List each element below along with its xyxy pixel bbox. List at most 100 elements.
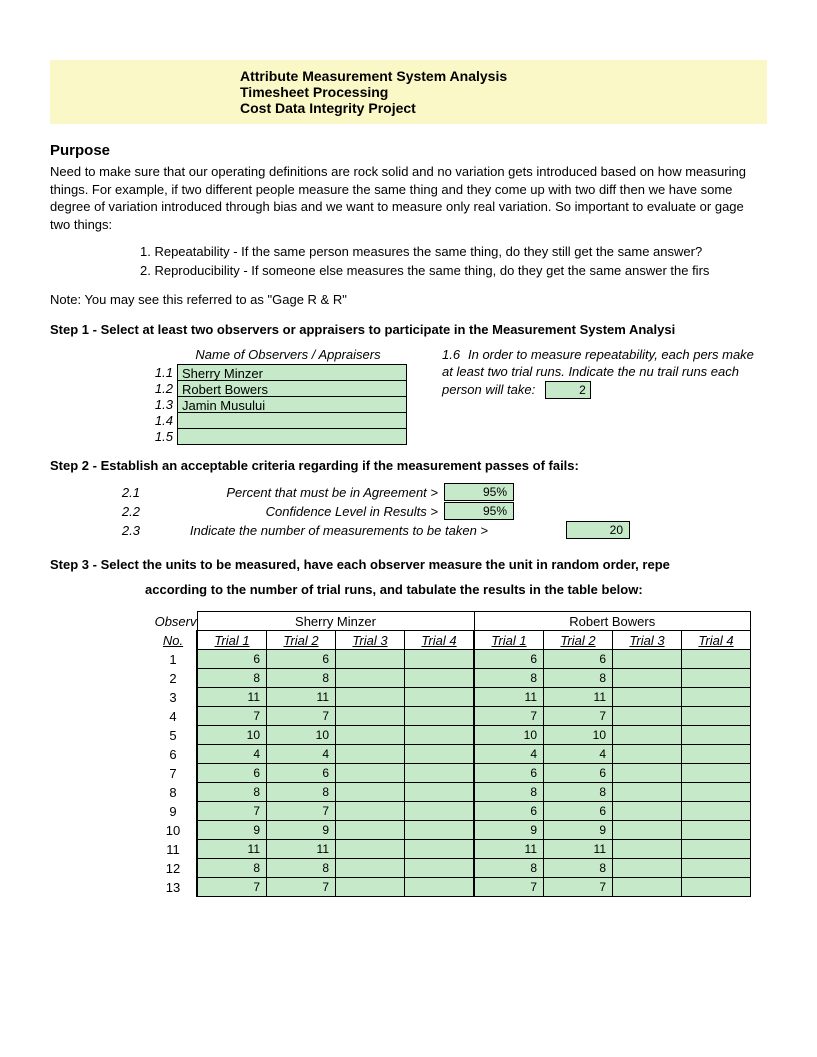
data-cell[interactable]: 11 <box>544 840 613 859</box>
data-cell[interactable] <box>682 726 751 745</box>
data-cell[interactable] <box>682 859 751 878</box>
data-cell[interactable]: 7 <box>267 878 336 897</box>
data-cell[interactable] <box>336 802 405 821</box>
data-cell[interactable] <box>336 821 405 840</box>
data-cell[interactable]: 10 <box>474 726 544 745</box>
data-cell[interactable]: 11 <box>474 840 544 859</box>
data-cell[interactable] <box>682 688 751 707</box>
data-cell[interactable]: 8 <box>544 859 613 878</box>
data-cell[interactable] <box>405 840 475 859</box>
observer-name-input[interactable] <box>177 412 407 429</box>
data-cell[interactable] <box>682 840 751 859</box>
data-cell[interactable] <box>613 821 682 840</box>
data-cell[interactable]: 11 <box>544 688 613 707</box>
data-cell[interactable]: 9 <box>474 821 544 840</box>
data-cell[interactable]: 7 <box>197 878 267 897</box>
data-cell[interactable] <box>405 726 475 745</box>
crit-2-3-input[interactable]: 20 <box>566 521 630 539</box>
data-cell[interactable] <box>405 802 475 821</box>
data-cell[interactable]: 6 <box>474 802 544 821</box>
data-cell[interactable] <box>336 726 405 745</box>
data-cell[interactable] <box>405 745 475 764</box>
data-cell[interactable] <box>613 726 682 745</box>
observer-name-input[interactable]: Jamin Musului <box>177 396 407 413</box>
data-cell[interactable] <box>682 707 751 726</box>
data-cell[interactable] <box>336 688 405 707</box>
data-cell[interactable]: 11 <box>267 688 336 707</box>
data-cell[interactable]: 7 <box>197 707 267 726</box>
data-cell[interactable] <box>613 783 682 802</box>
data-cell[interactable] <box>613 878 682 897</box>
data-cell[interactable]: 6 <box>267 650 336 669</box>
crit-2-1-input[interactable]: 95% <box>444 483 514 501</box>
data-cell[interactable]: 6 <box>474 650 544 669</box>
data-cell[interactable]: 8 <box>267 859 336 878</box>
observer-name-input[interactable] <box>177 428 407 445</box>
data-cell[interactable] <box>336 669 405 688</box>
data-cell[interactable]: 8 <box>474 783 544 802</box>
data-cell[interactable]: 7 <box>544 707 613 726</box>
data-cell[interactable] <box>336 745 405 764</box>
data-cell[interactable]: 7 <box>197 802 267 821</box>
data-cell[interactable]: 10 <box>267 726 336 745</box>
data-cell[interactable] <box>613 745 682 764</box>
data-cell[interactable]: 8 <box>544 783 613 802</box>
data-cell[interactable] <box>613 764 682 783</box>
data-cell[interactable]: 7 <box>544 878 613 897</box>
data-cell[interactable] <box>682 821 751 840</box>
data-cell[interactable]: 9 <box>544 821 613 840</box>
data-cell[interactable]: 11 <box>474 688 544 707</box>
data-cell[interactable] <box>682 802 751 821</box>
data-cell[interactable] <box>682 669 751 688</box>
data-cell[interactable]: 8 <box>544 669 613 688</box>
data-cell[interactable]: 4 <box>267 745 336 764</box>
data-cell[interactable] <box>682 764 751 783</box>
data-cell[interactable] <box>613 802 682 821</box>
data-cell[interactable]: 4 <box>474 745 544 764</box>
data-cell[interactable]: 7 <box>474 878 544 897</box>
data-cell[interactable]: 9 <box>267 821 336 840</box>
data-cell[interactable]: 6 <box>197 764 267 783</box>
data-cell[interactable]: 9 <box>197 821 267 840</box>
data-cell[interactable] <box>336 859 405 878</box>
data-cell[interactable] <box>336 783 405 802</box>
data-cell[interactable]: 8 <box>474 859 544 878</box>
crit-2-2-input[interactable]: 95% <box>444 502 514 520</box>
data-cell[interactable] <box>405 707 475 726</box>
trial-runs-input[interactable]: 2 <box>545 381 591 399</box>
data-cell[interactable]: 10 <box>544 726 613 745</box>
data-cell[interactable] <box>336 840 405 859</box>
data-cell[interactable] <box>682 878 751 897</box>
data-cell[interactable]: 8 <box>267 669 336 688</box>
data-cell[interactable] <box>405 783 475 802</box>
data-cell[interactable]: 4 <box>197 745 267 764</box>
data-cell[interactable] <box>682 783 751 802</box>
data-cell[interactable]: 6 <box>197 650 267 669</box>
data-cell[interactable] <box>336 764 405 783</box>
data-cell[interactable]: 8 <box>197 783 267 802</box>
data-cell[interactable] <box>405 688 475 707</box>
data-cell[interactable] <box>405 878 475 897</box>
data-cell[interactable]: 8 <box>197 669 267 688</box>
data-cell[interactable] <box>336 707 405 726</box>
data-cell[interactable]: 7 <box>267 707 336 726</box>
data-cell[interactable]: 8 <box>197 859 267 878</box>
data-cell[interactable] <box>613 859 682 878</box>
data-cell[interactable]: 6 <box>267 764 336 783</box>
data-cell[interactable] <box>405 764 475 783</box>
data-cell[interactable] <box>405 859 475 878</box>
data-cell[interactable]: 7 <box>267 802 336 821</box>
data-cell[interactable] <box>336 650 405 669</box>
observer-name-input[interactable]: Robert Bowers <box>177 380 407 397</box>
data-cell[interactable]: 8 <box>267 783 336 802</box>
data-cell[interactable] <box>613 650 682 669</box>
data-cell[interactable] <box>405 669 475 688</box>
data-cell[interactable] <box>613 688 682 707</box>
data-cell[interactable]: 11 <box>197 688 267 707</box>
data-cell[interactable]: 4 <box>544 745 613 764</box>
data-cell[interactable] <box>613 707 682 726</box>
data-cell[interactable] <box>336 878 405 897</box>
data-cell[interactable] <box>682 650 751 669</box>
data-cell[interactable] <box>682 745 751 764</box>
data-cell[interactable] <box>405 650 475 669</box>
